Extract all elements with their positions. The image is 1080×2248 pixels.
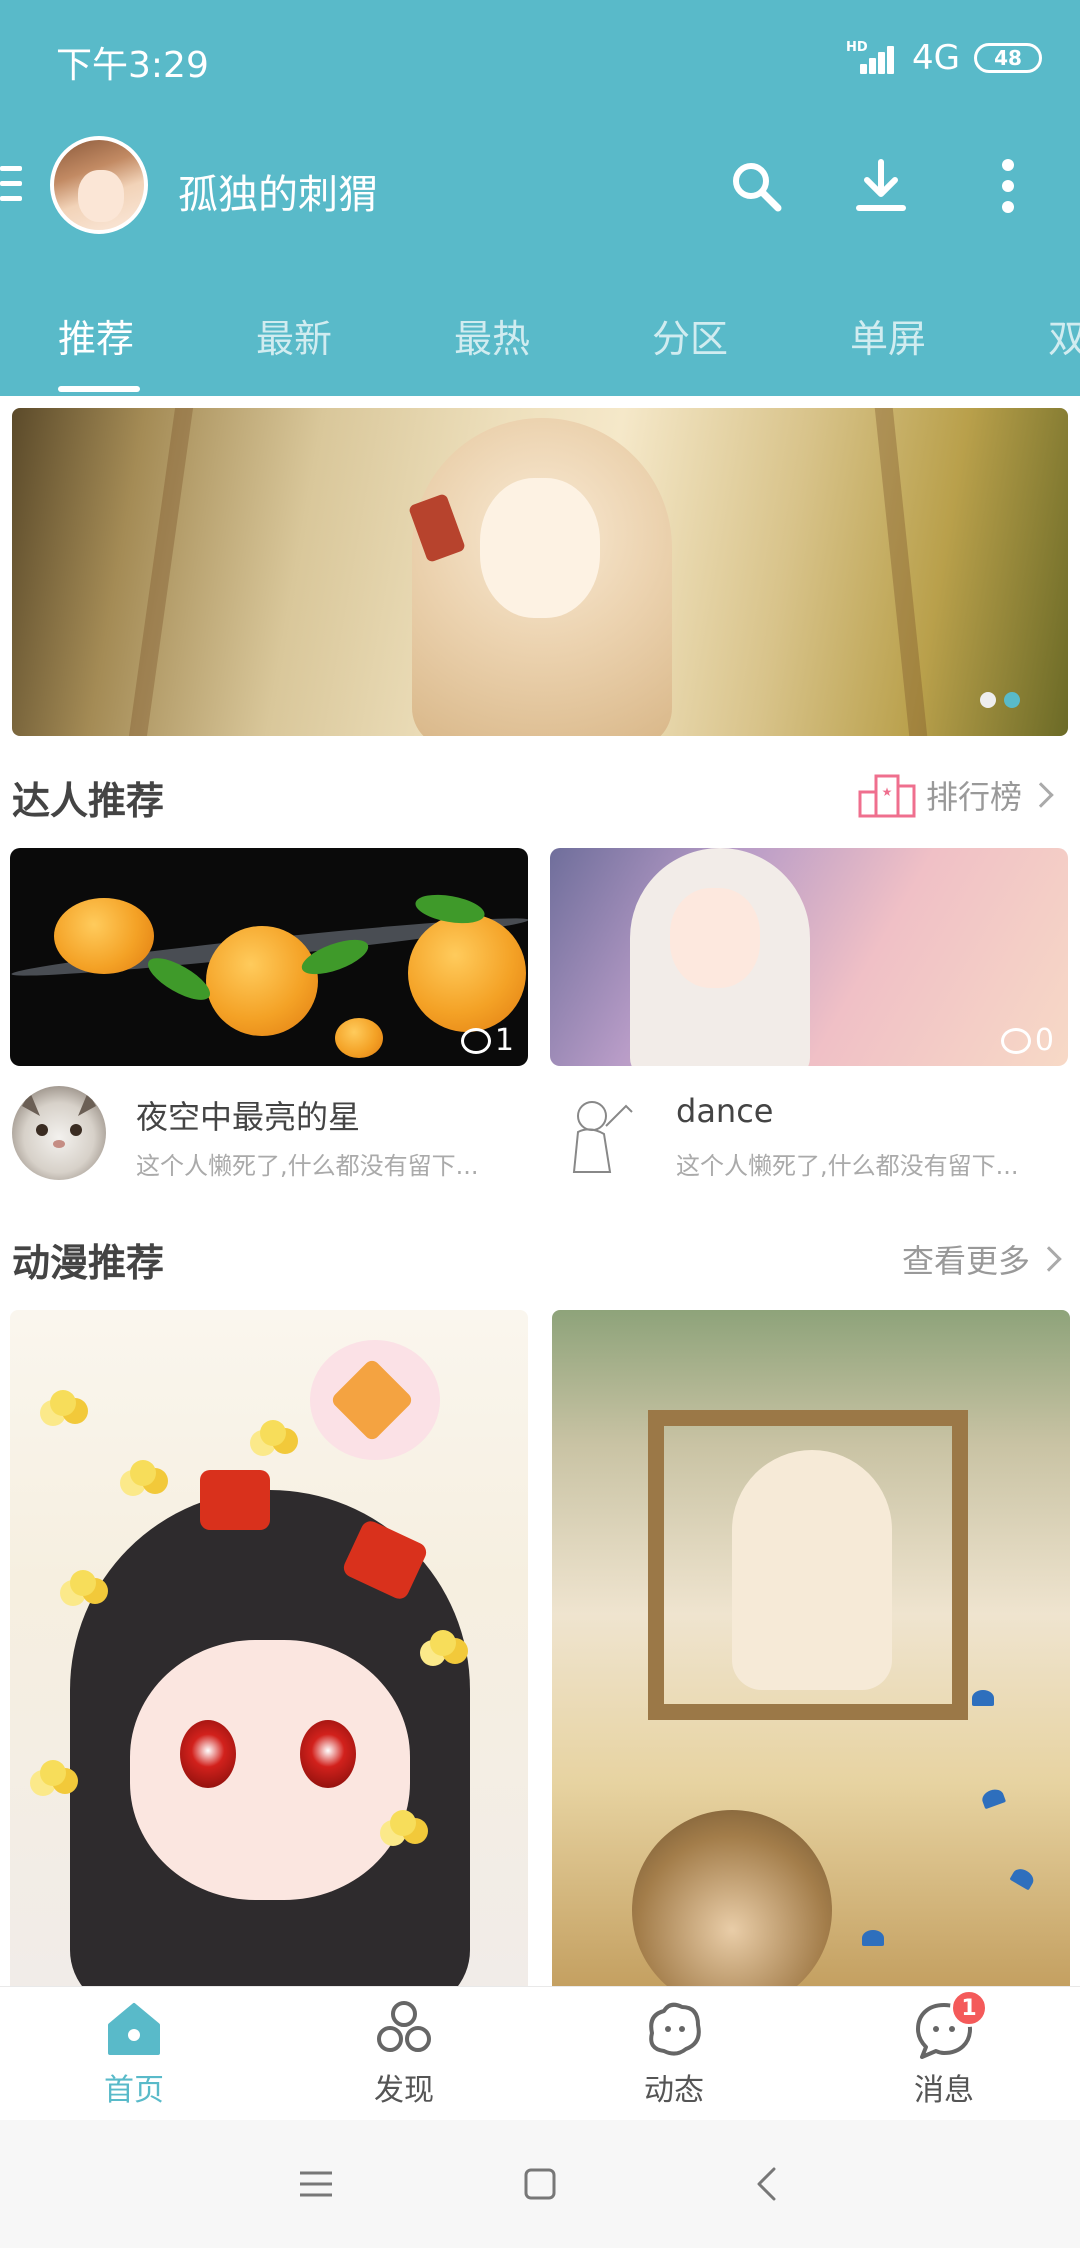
status-bar: 下午3:29 HD 4G 48 [0, 0, 1080, 120]
system-navigation-bar [0, 2120, 1080, 2248]
see-more-link[interactable]: 查看更多 [902, 1236, 1062, 1282]
comment-icon [460, 1027, 491, 1054]
tab-category[interactable]: 分区 [652, 308, 728, 363]
expert-artwork-2[interactable]: 0 [550, 848, 1068, 1066]
banner-dot-active [1004, 692, 1020, 708]
tab-latest[interactable]: 最新 [256, 308, 332, 363]
ranking-link[interactable]: ★ 排行榜 [858, 772, 1054, 818]
comment-count-2: 0 [1000, 1023, 1054, 1058]
nav-discover[interactable]: 发现 [324, 1997, 484, 2109]
tab-indicator [58, 386, 140, 392]
back-icon[interactable] [736, 2154, 796, 2214]
tab-single-screen[interactable]: 单屏 [850, 308, 926, 363]
expert-artwork-1[interactable]: 1 [10, 848, 528, 1066]
category-tabs: 推荐 最新 最热 分区 单屏 双 [0, 290, 1080, 396]
battery-level: 48 [994, 46, 1022, 70]
expert-desc-1: 这个人懒死了,什么都没有留下... [136, 1152, 479, 1180]
see-more-label: 查看更多 [902, 1242, 1031, 1280]
tab-dual-screen[interactable]: 双 [1048, 308, 1080, 363]
status-time: 下午3:29 [56, 45, 209, 86]
message-icon: 1 [912, 1989, 988, 2061]
tab-hottest[interactable]: 最热 [454, 308, 530, 363]
banner-page-indicator [980, 692, 1020, 708]
message-badge: 1 [950, 1989, 988, 2027]
username[interactable]: 孤独的刺猬 [178, 162, 378, 220]
experts-section-title: 达人推荐 [12, 779, 165, 823]
app-header: 下午3:29 HD 4G 48 孤独的刺猬 推荐 最新 最热 分区 单屏 双 [0, 0, 1080, 396]
nav-home[interactable]: 首页 [54, 1997, 214, 2109]
home-button-icon[interactable] [510, 2154, 570, 2214]
expert-name-2[interactable]: dance [676, 1092, 773, 1130]
nav-messages-label: 消息 [914, 2073, 974, 2108]
status-indicators: HD 4G 48 [846, 38, 1042, 78]
nav-feed-label: 动态 [644, 2073, 704, 2108]
anime-section-title: 动漫推荐 [12, 1241, 165, 1285]
bottom-navigation: 首页 发现 动态 1 消息 [0, 1986, 1080, 2120]
discover-icon [372, 1997, 436, 2061]
svg-text:★: ★ [882, 785, 893, 799]
expert-avatar-1[interactable] [12, 1086, 106, 1180]
nav-home-label: 首页 [104, 2073, 164, 2108]
app-bar: 孤独的刺猬 [0, 130, 1080, 250]
tab-recommend[interactable]: 推荐 [58, 308, 134, 363]
feed-icon [642, 1997, 706, 2061]
anime-artwork-1[interactable] [10, 1310, 528, 1986]
signal-icon: HD [846, 40, 898, 76]
more-options-icon[interactable] [976, 154, 1040, 218]
ranking-icon: ★ [858, 774, 916, 818]
expert-name-1[interactable]: 夜空中最亮的星 [136, 1092, 360, 1138]
chevron-right-icon [1028, 782, 1054, 808]
banner-dot [980, 692, 996, 708]
comment-icon [1000, 1027, 1031, 1054]
chevron-right-icon [1036, 1246, 1062, 1272]
home-icon [102, 1997, 166, 2061]
recents-icon[interactable] [286, 2154, 346, 2214]
nav-feed[interactable]: 动态 [594, 1997, 754, 2109]
search-icon[interactable] [724, 154, 788, 218]
download-icon[interactable] [849, 154, 913, 218]
ranking-link-label: 排行榜 [926, 778, 1023, 816]
comment-count-1: 1 [460, 1023, 514, 1058]
nav-discover-label: 发现 [374, 2073, 434, 2108]
user-avatar[interactable] [50, 136, 148, 234]
battery-icon: 48 [974, 43, 1042, 73]
hd-label: HD [846, 40, 868, 55]
anime-artwork-2[interactable] [552, 1310, 1070, 1986]
network-type: 4G [912, 38, 960, 78]
banner-image[interactable] [12, 408, 1068, 736]
expert-desc-2: 这个人懒死了,什么都没有留下... [676, 1152, 1019, 1180]
nav-messages[interactable]: 1 消息 [864, 1989, 1024, 2109]
expert-avatar-2[interactable] [550, 1086, 644, 1180]
menu-icon[interactable] [0, 162, 24, 206]
